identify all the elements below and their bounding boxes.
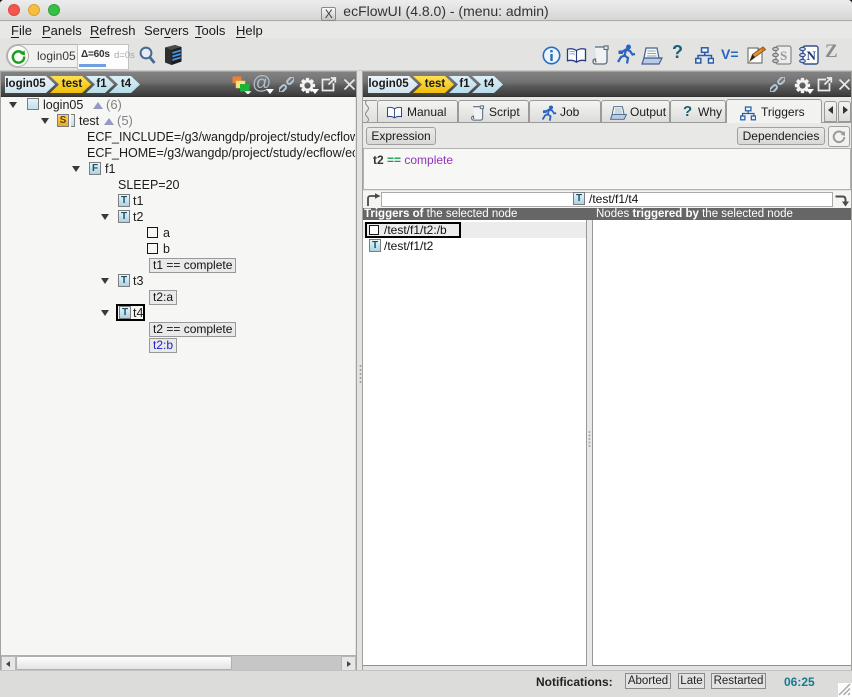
svg-text:S: S [780, 48, 787, 63]
svg-text:N: N [807, 48, 817, 63]
